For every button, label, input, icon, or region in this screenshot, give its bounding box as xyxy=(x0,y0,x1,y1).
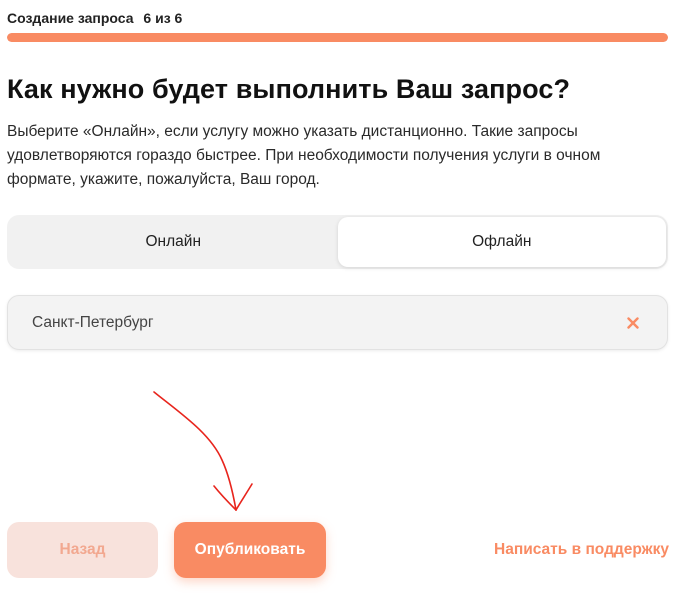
step-indicator: Создание запроса 6 из 6 xyxy=(7,10,182,26)
mode-option-online[interactable]: Онлайн xyxy=(9,217,338,267)
mode-toggle: Онлайн Офлайн xyxy=(7,215,668,269)
publish-button[interactable]: Опубликовать xyxy=(174,522,326,578)
step-count: 6 из 6 xyxy=(143,10,183,26)
city-field-value: Санкт-Петербург xyxy=(32,313,154,331)
annotation-arrow xyxy=(153,391,253,511)
support-link[interactable]: Написать в поддержку xyxy=(494,541,669,559)
progress-bar xyxy=(7,33,668,42)
city-field[interactable]: Санкт-Петербург xyxy=(7,295,668,350)
mode-option-offline[interactable]: Офлайн xyxy=(337,217,666,267)
page-description: Выберите «Онлайн», если услугу можно ука… xyxy=(7,123,601,188)
progress-fill xyxy=(7,33,668,42)
page-title: Как нужно будет выполнить Ваш запрос? xyxy=(7,74,571,104)
step-label-text: Создание запроса xyxy=(7,10,134,26)
back-button[interactable]: Назад xyxy=(7,522,158,578)
close-icon[interactable] xyxy=(623,313,643,333)
